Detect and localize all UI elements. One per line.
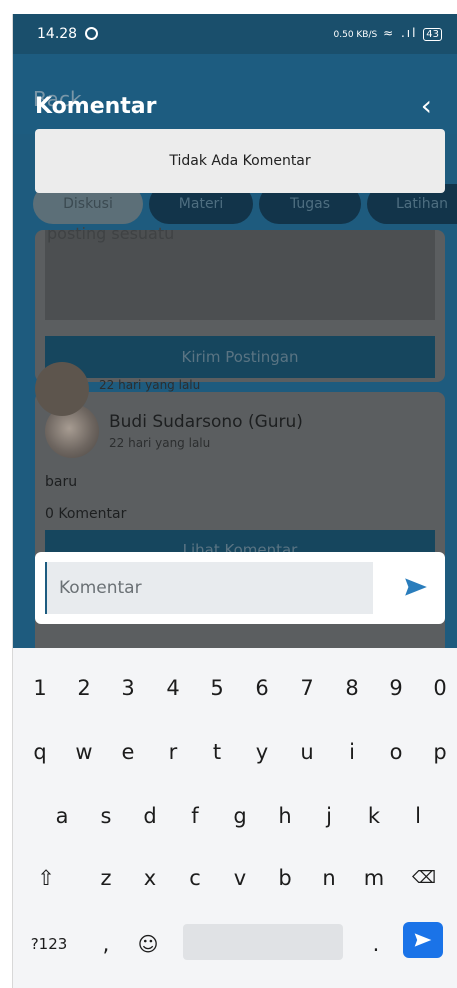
key-t[interactable]: t — [202, 732, 232, 772]
key-x[interactable]: x — [135, 858, 165, 898]
space-key[interactable] — [183, 924, 343, 960]
key-o[interactable]: o — [381, 732, 411, 772]
signal-icon: .ıl — [400, 26, 418, 40]
feed-card: Budi Sudarsono (Guru) 22 hari yang lalu … — [35, 392, 445, 692]
send-icon[interactable] — [403, 574, 429, 600]
key-z[interactable]: z — [91, 858, 121, 898]
status-indicators: 0.50 KB/S ≈ .ıl 43 — [333, 26, 442, 41]
network-speed: 0.50 KB/S — [333, 30, 378, 40]
key-n[interactable]: n — [314, 858, 344, 898]
key-comma[interactable]: , — [91, 924, 121, 964]
key-u[interactable]: u — [292, 732, 322, 772]
key-r[interactable]: r — [158, 732, 188, 772]
key-m[interactable]: m — [359, 858, 389, 898]
status-bar: 14.28 0.50 KB/S ≈ .ıl 43 — [13, 14, 457, 54]
key-p[interactable]: p — [425, 732, 455, 772]
chevron-left-icon[interactable]: ‹ — [421, 92, 432, 120]
key-1[interactable]: 1 — [25, 668, 55, 708]
whatsapp-icon — [85, 27, 98, 40]
key-h[interactable]: h — [270, 796, 300, 836]
enter-key[interactable] — [403, 922, 443, 958]
key-e[interactable]: e — [113, 732, 143, 772]
post-time: 22 hari yang lalu — [99, 378, 201, 392]
key-period[interactable]: . — [361, 924, 391, 964]
key-5[interactable]: 5 — [202, 668, 232, 708]
key-s[interactable]: s — [91, 796, 121, 836]
comment-input[interactable] — [45, 562, 373, 614]
key-k[interactable]: k — [359, 796, 389, 836]
author-name: Budi Sudarsono (Guru) — [109, 412, 303, 432]
key-c[interactable]: c — [180, 858, 210, 898]
send-arrow-icon — [414, 933, 432, 947]
key-g[interactable]: g — [225, 796, 255, 836]
keyboard-row-middle: a s d f g h j k l — [13, 796, 457, 836]
emoji-icon[interactable]: ☺ — [133, 924, 163, 964]
avatar — [35, 362, 89, 416]
post-time: 22 hari yang lalu — [109, 436, 211, 450]
key-9[interactable]: 9 — [381, 668, 411, 708]
key-0[interactable]: 0 — [425, 668, 455, 708]
key-y[interactable]: y — [247, 732, 277, 772]
keyboard-row-actions: ?123 , ☺ . — [13, 922, 457, 964]
post-content: baru — [45, 474, 78, 490]
keyboard-row-bottom: ⇧ z x c v b n m ⌫ — [13, 858, 457, 898]
key-i[interactable]: i — [337, 732, 367, 772]
keyboard-row-numbers: 1 2 3 4 5 6 7 8 9 0 — [13, 668, 457, 708]
wifi-icon: ≈ — [383, 26, 396, 40]
key-6[interactable]: 6 — [247, 668, 277, 708]
key-4[interactable]: 4 — [158, 668, 188, 708]
post-hint: posting sesuatu — [47, 224, 175, 243]
page-title: Komentar — [35, 94, 157, 119]
key-a[interactable]: a — [47, 796, 77, 836]
key-3[interactable]: 3 — [113, 668, 143, 708]
key-j[interactable]: j — [314, 796, 344, 836]
keyboard: 1 2 3 4 5 6 7 8 9 0 q w e r t y u i o p … — [13, 648, 457, 988]
key-f[interactable]: f — [180, 796, 210, 836]
shift-icon[interactable]: ⇧ — [31, 858, 61, 898]
key-2[interactable]: 2 — [69, 668, 99, 708]
battery-icon: 43 — [423, 28, 442, 41]
key-q[interactable]: q — [25, 732, 55, 772]
post-card: posting sesuatu Kirim Postingan — [35, 224, 445, 382]
no-comments-dialog: Tidak Ada Komentar — [35, 129, 445, 193]
keyboard-row-top: q w e r t y u i o p — [13, 732, 457, 772]
backspace-icon[interactable]: ⌫ — [409, 858, 439, 898]
key-v[interactable]: v — [225, 858, 255, 898]
key-b[interactable]: b — [270, 858, 300, 898]
symbols-key[interactable]: ?123 — [25, 924, 73, 964]
status-time: 14.28 — [37, 26, 78, 42]
post-textarea[interactable] — [45, 230, 435, 320]
phone-screen: 14.28 0.50 KB/S ≈ .ıl 43 Back Komentar ‹… — [12, 14, 457, 988]
key-7[interactable]: 7 — [292, 668, 322, 708]
key-w[interactable]: w — [69, 732, 99, 772]
app-bar: Back Komentar ‹ — [13, 54, 457, 134]
send-post-button[interactable]: Kirim Postingan — [45, 336, 435, 378]
comment-bar — [35, 552, 445, 624]
comment-count: 0 Komentar — [45, 506, 127, 522]
key-l[interactable]: l — [403, 796, 433, 836]
key-d[interactable]: d — [135, 796, 165, 836]
key-8[interactable]: 8 — [337, 668, 367, 708]
